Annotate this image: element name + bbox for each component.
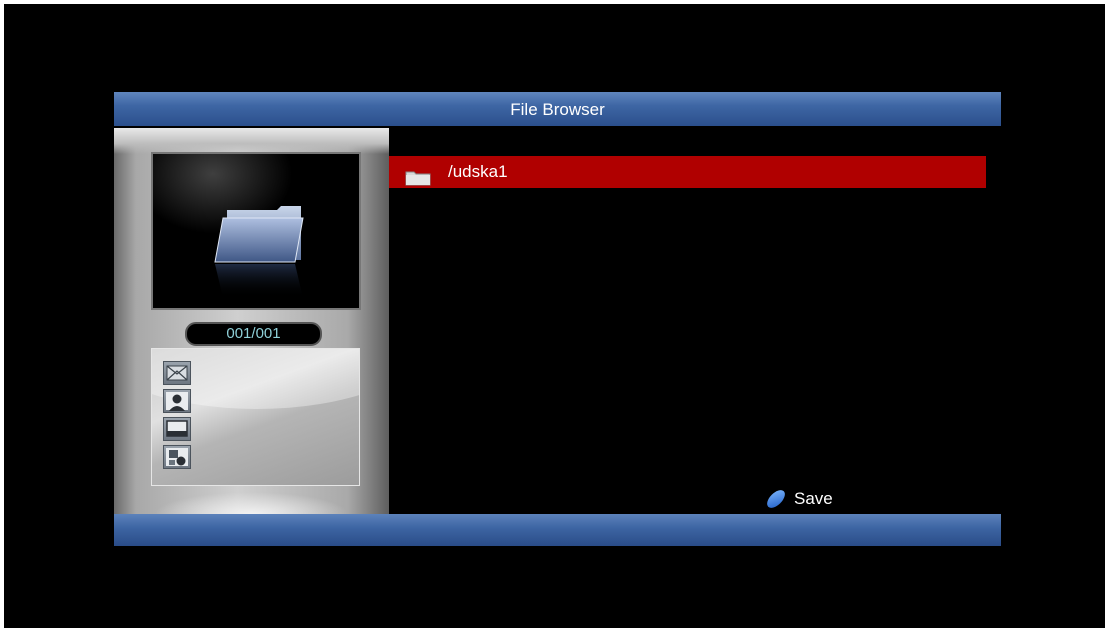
file-row-selected[interactable]: /udska1	[389, 156, 986, 188]
window-title: File Browser	[510, 100, 605, 119]
file-list: /udska1	[389, 156, 986, 188]
bottom-bar	[114, 514, 1001, 546]
video-icon[interactable]	[163, 417, 191, 441]
blue-key-icon	[767, 490, 785, 508]
preview-thumbnail	[151, 152, 361, 310]
folder-icon	[405, 165, 431, 197]
screen-bezel-right	[1105, 0, 1111, 628]
person-icon[interactable]	[163, 389, 191, 413]
preview-panel: 001/001	[114, 128, 389, 514]
folder-icon	[214, 206, 304, 298]
screen-bezel-top	[0, 0, 1111, 4]
media-type-panel	[151, 348, 360, 486]
photo-icon[interactable]	[163, 361, 191, 385]
title-bar: File Browser	[114, 92, 1001, 126]
file-name: /udska1	[448, 162, 508, 181]
screen-bezel-left	[0, 0, 4, 628]
item-counter: 001/001	[185, 322, 322, 346]
save-label: Save	[794, 489, 833, 508]
shapes-icon[interactable]	[163, 445, 191, 469]
